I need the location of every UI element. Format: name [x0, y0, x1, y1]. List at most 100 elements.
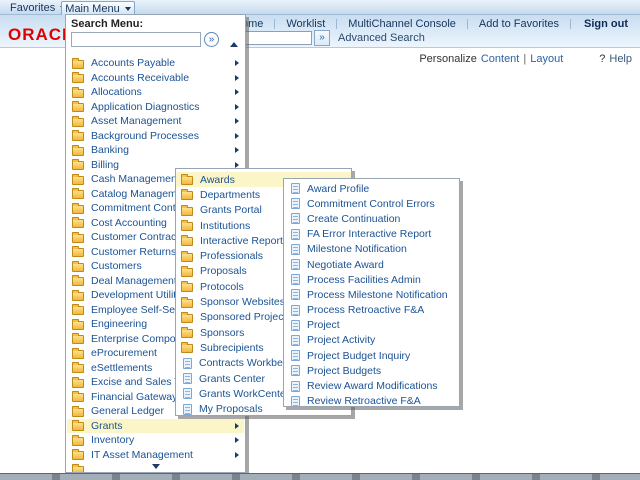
- page-icon: [183, 357, 192, 369]
- menu-item-project-activity[interactable]: Project Activity: [284, 333, 459, 348]
- page-icon: [291, 350, 300, 362]
- nav-link-multichannel-console[interactable]: MultiChannel Console: [337, 18, 467, 30]
- menu-item-inventory[interactable]: Inventory: [67, 433, 244, 448]
- menu-item-project-budget-inquiry[interactable]: Project Budget Inquiry: [284, 348, 459, 363]
- favorites-menu-button[interactable]: Favorites: [10, 2, 67, 14]
- menu-item-label: eSettlements: [91, 361, 153, 374]
- personalize-label: Personalize: [419, 53, 477, 65]
- menu-item-review-award-modifications[interactable]: Review Award Modifications: [284, 378, 459, 393]
- folder-icon: [72, 405, 84, 417]
- personalize-bar: Personalize Content | Layout ? Help: [419, 53, 632, 65]
- folder-icon: [72, 231, 84, 243]
- folder-icon: [181, 174, 193, 186]
- menu-item-label: Project Budget Inquiry: [307, 349, 411, 362]
- menu-item-it-asset-management[interactable]: IT Asset Management: [67, 448, 244, 463]
- menu-item-project-budgets[interactable]: Project Budgets: [284, 363, 459, 378]
- submenu-arrow-icon: [235, 147, 239, 154]
- menu-item-accounts-payable[interactable]: Accounts Payable: [67, 56, 244, 71]
- layout-link[interactable]: Layout: [530, 53, 563, 65]
- menu-item-milestone-notification[interactable]: Milestone Notification: [284, 242, 459, 257]
- menu-item-commitment-control-errors[interactable]: Commitment Control Errors: [284, 196, 459, 211]
- submenu-arrow-icon: [235, 161, 239, 168]
- page-icon: [291, 274, 300, 286]
- folder-icon: [181, 342, 193, 354]
- menu-search-input[interactable]: [71, 32, 201, 47]
- chevron-down-icon: [124, 6, 131, 11]
- menu-item-label: Proposals: [200, 265, 247, 278]
- menu-item-asset-management[interactable]: Asset Management: [67, 114, 244, 129]
- nav-link-worklist[interactable]: Worklist: [275, 18, 336, 30]
- page-icon: [291, 228, 300, 240]
- menu-item-process-facilities-admin[interactable]: Process Facilities Admin: [284, 272, 459, 287]
- menu-item-label: eProcurement: [91, 347, 157, 360]
- page-icon: [291, 395, 300, 406]
- menu-item-award-profile[interactable]: Award Profile: [284, 181, 459, 196]
- menu-item-label: Review Award Modifications: [307, 380, 438, 393]
- folder-icon: [181, 220, 193, 232]
- menu-item-background-processes[interactable]: Background Processes: [67, 129, 244, 144]
- menu-item-allocations[interactable]: Allocations: [67, 85, 244, 100]
- help-link[interactable]: Help: [609, 53, 632, 65]
- folder-icon: [72, 420, 84, 432]
- header-search-input[interactable]: [238, 31, 312, 45]
- menu-item-label: Application Diagnostics: [91, 100, 200, 113]
- folder-icon: [72, 173, 84, 185]
- top-menu-bar: Favorites Main Menu: [0, 0, 640, 15]
- main-menu-button[interactable]: Main Menu: [61, 1, 135, 15]
- folder-icon: [72, 188, 84, 200]
- search-menu-label: Search Menu:: [71, 18, 144, 30]
- menu-item-label: Interactive Reports: [200, 234, 289, 247]
- menu-item-label: Accounts Receivable: [91, 71, 190, 84]
- folder-icon: [181, 250, 193, 262]
- menu-item-label: Create Continuation: [307, 212, 401, 225]
- menu-item-banking[interactable]: Banking: [67, 143, 244, 158]
- menu-item-label: Process Retroactive F&A: [307, 304, 425, 317]
- sign-out-link[interactable]: Sign out: [571, 18, 632, 30]
- folder-icon: [72, 159, 84, 171]
- page-icon: [291, 304, 300, 316]
- menu-item-label: Institutions: [200, 219, 251, 232]
- folder-icon: [72, 144, 84, 156]
- page-icon: [291, 380, 300, 392]
- scroll-up-icon[interactable]: [230, 42, 238, 47]
- advanced-search-link[interactable]: Advanced Search: [338, 32, 425, 44]
- page-icon: [183, 373, 192, 384]
- page-icon: [291, 319, 300, 331]
- menu-item-label: Grants Portal: [200, 204, 262, 217]
- folder-icon: [72, 202, 84, 214]
- folder-icon: [72, 246, 84, 258]
- folder-icon: [181, 296, 193, 308]
- menu-item-review-retroactive-f-a[interactable]: Review Retroactive F&A: [284, 394, 459, 406]
- page-icon: [291, 213, 300, 225]
- page-icon: [183, 388, 192, 400]
- menu-item-process-milestone-notification[interactable]: Process Milestone Notification: [284, 287, 459, 302]
- menu-item-grants[interactable]: Grants: [67, 418, 244, 433]
- content-link[interactable]: Content: [481, 53, 520, 65]
- menu-item-project[interactable]: Project: [284, 318, 459, 333]
- menu-search-go-button[interactable]: »: [204, 32, 219, 47]
- menu-item-create-continuation[interactable]: Create Continuation: [284, 211, 459, 226]
- folder-icon: [72, 391, 84, 403]
- folder-icon: [72, 347, 84, 359]
- page-icon: [183, 403, 192, 415]
- submenu-arrow-icon: [235, 89, 239, 96]
- menu-item-label: Customers: [91, 260, 142, 273]
- menu-item-label: Financial Gateway: [91, 390, 178, 403]
- folder-icon: [181, 281, 193, 293]
- folder-icon: [72, 86, 84, 98]
- favorites-label: Favorites: [10, 2, 56, 14]
- scroll-down-icon[interactable]: [151, 464, 160, 469]
- menu-item-accounts-receivable[interactable]: Accounts Receivable: [67, 71, 244, 86]
- nav-link-add-to-favorites[interactable]: Add to Favorites: [468, 18, 570, 30]
- menu-item-label: Negotiate Award: [307, 258, 384, 271]
- header-search-go-button[interactable]: »: [314, 30, 330, 46]
- folder-icon: [72, 217, 84, 229]
- folder-icon: [72, 318, 84, 330]
- menu-item-process-retroactive-f-a[interactable]: Process Retroactive F&A: [284, 303, 459, 318]
- page-icon: [291, 289, 300, 301]
- menu-item-label: Customer Returns: [91, 245, 177, 258]
- menu-item-fa-error-interactive-report[interactable]: FA Error Interactive Report: [284, 227, 459, 242]
- help-icon[interactable]: ?: [599, 53, 605, 65]
- menu-item-negotiate-award[interactable]: Negotiate Award: [284, 257, 459, 272]
- menu-item-application-diagnostics[interactable]: Application Diagnostics: [67, 100, 244, 115]
